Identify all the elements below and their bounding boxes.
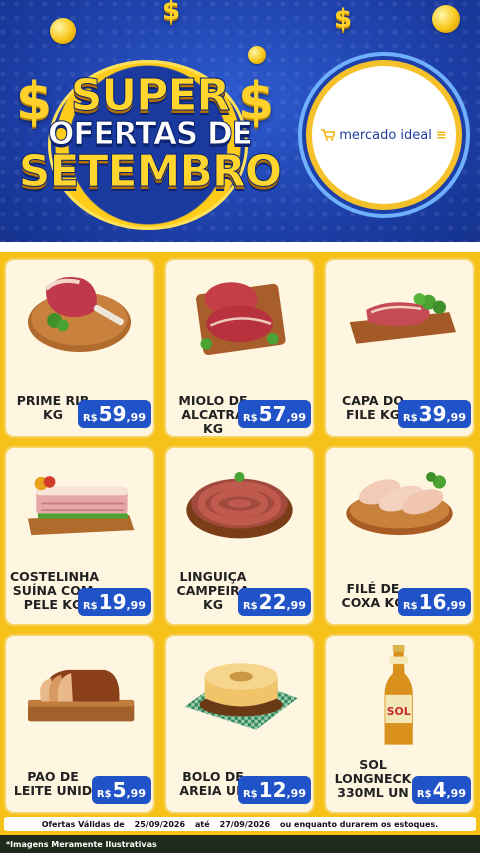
cart-icon	[321, 129, 336, 141]
price-decimal: ,99	[286, 599, 307, 612]
chicken-fillet-image	[346, 471, 453, 536]
product-card[interactable]: BOLO DE AREIA UN R$ 12,99	[164, 634, 315, 814]
dollar-icon: $	[162, 0, 181, 26]
coin-icon	[432, 5, 460, 33]
price-currency: R$	[82, 601, 98, 612]
price-integer: 16	[418, 590, 447, 614]
price-currency: R$	[402, 413, 418, 424]
price-tag: R$ 39,99	[397, 400, 471, 428]
product-card[interactable]: MIOLO DE ALCATRA KG R$ 57,99	[164, 258, 315, 438]
header-banner: $ $ $ $ SUPER OFERTAS DE SETEMBRO mercad…	[0, 0, 480, 252]
sausage-coil-image	[186, 471, 293, 539]
price-currency: R$	[242, 789, 258, 800]
price-tag: R$ 16,99	[397, 588, 471, 616]
price-currency: R$	[242, 601, 258, 612]
price-integer: 12	[258, 778, 287, 802]
validity-bar: Ofertas Válidas de 25/09/2026 até 27/09/…	[4, 817, 476, 831]
price-integer: 5	[112, 778, 127, 802]
disclaimer-text: *Imagens Meramente Ilustrativas	[6, 839, 157, 849]
pork-ribs-image	[27, 476, 135, 536]
promo-title-line3: SETEMBRO	[18, 146, 282, 198]
validity-date-to: 27/09/2026	[219, 819, 271, 829]
sol-beer-bottle-image: SOL	[384, 644, 413, 745]
price-tag: R$ 59,99	[77, 400, 151, 428]
validity-date-from: 25/09/2026	[134, 819, 186, 829]
price-integer: 39	[418, 402, 447, 426]
price-tag: R$ 57,99	[237, 400, 311, 428]
validity-suffix: ou enquanto durarem os estoques.	[280, 819, 439, 829]
milk-bread-image	[27, 669, 135, 722]
promo-title-line1: SUPER	[70, 70, 231, 122]
price-decimal: ,99	[286, 411, 307, 424]
price-currency: R$	[242, 413, 258, 424]
product-card[interactable]: FILÉ DE COXA KG R$ 16,99	[324, 446, 475, 626]
product-name: SOL LONGNECK 330ML UN	[334, 757, 412, 800]
svg-text:SOL: SOL	[387, 705, 411, 718]
product-card[interactable]: PRIME RIB KG R$ 59,99	[4, 258, 155, 438]
price-decimal: ,99	[126, 787, 147, 800]
price-integer: 22	[258, 590, 287, 614]
header-divider	[0, 242, 480, 252]
price-decimal: ,99	[446, 787, 467, 800]
product-card[interactable]: PAO DE LEITE UNID R$ 5,99	[4, 634, 155, 814]
capa-file-meat-image	[349, 293, 456, 344]
price-tag: R$ 22,99	[237, 588, 311, 616]
price-tag: R$ 12,99	[237, 776, 311, 804]
price-decimal: ,99	[126, 411, 147, 424]
validity-until: até	[195, 819, 210, 829]
price-currency: R$	[416, 789, 432, 800]
store-name: mercado ideal	[339, 127, 432, 143]
product-name: PAO DE LEITE UNID	[13, 769, 93, 798]
promo-title-badge: SUPER OFERTAS DE SETEMBRO	[10, 40, 290, 230]
product-grid: PRIME RIB KG R$ 59,99 MIOLO DE ALCATRA KG R…	[4, 258, 476, 814]
store-logo-text: mercado ideal ≡	[321, 128, 447, 143]
price-tag: R$ 19,99	[77, 588, 151, 616]
dollar-icon: $	[334, 4, 353, 34]
product-card[interactable]: CAPA DO FILE KG R$ 39,99	[324, 258, 475, 438]
product-card[interactable]: COSTELINHA SUÍNA COM PELE KG R$ 19,99	[4, 446, 155, 626]
validity-label: Ofertas Válidas de	[41, 819, 125, 829]
sand-cake-image	[184, 663, 298, 730]
price-tag: R$ 4,99	[411, 776, 471, 804]
price-integer: 59	[98, 402, 127, 426]
store-logo: mercado ideal ≡	[306, 60, 462, 210]
disclaimer-bar: *Imagens Meramente Ilustrativas	[0, 835, 480, 853]
price-decimal: ,99	[286, 787, 307, 800]
price-integer: 19	[98, 590, 127, 614]
price-decimal: ,99	[126, 599, 147, 612]
price-tag: R$ 5,99	[91, 776, 151, 804]
price-currency: R$	[402, 601, 418, 612]
price-integer: 4	[432, 778, 447, 802]
alcatra-meat-image	[196, 282, 286, 356]
price-decimal: ,99	[446, 411, 467, 424]
product-card[interactable]: SOL SOL LONGNECK 330ML UN R$ 4,99	[324, 634, 475, 814]
price-currency: R$	[82, 413, 98, 424]
price-integer: 57	[258, 402, 287, 426]
logo-bars-icon: ≡	[435, 127, 447, 143]
prime-rib-meat-image	[27, 277, 132, 353]
price-currency: R$	[96, 789, 112, 800]
product-card[interactable]: LINGUIÇA CAMPEIRA KG R$ 22,99	[164, 446, 315, 626]
price-decimal: ,99	[446, 599, 467, 612]
